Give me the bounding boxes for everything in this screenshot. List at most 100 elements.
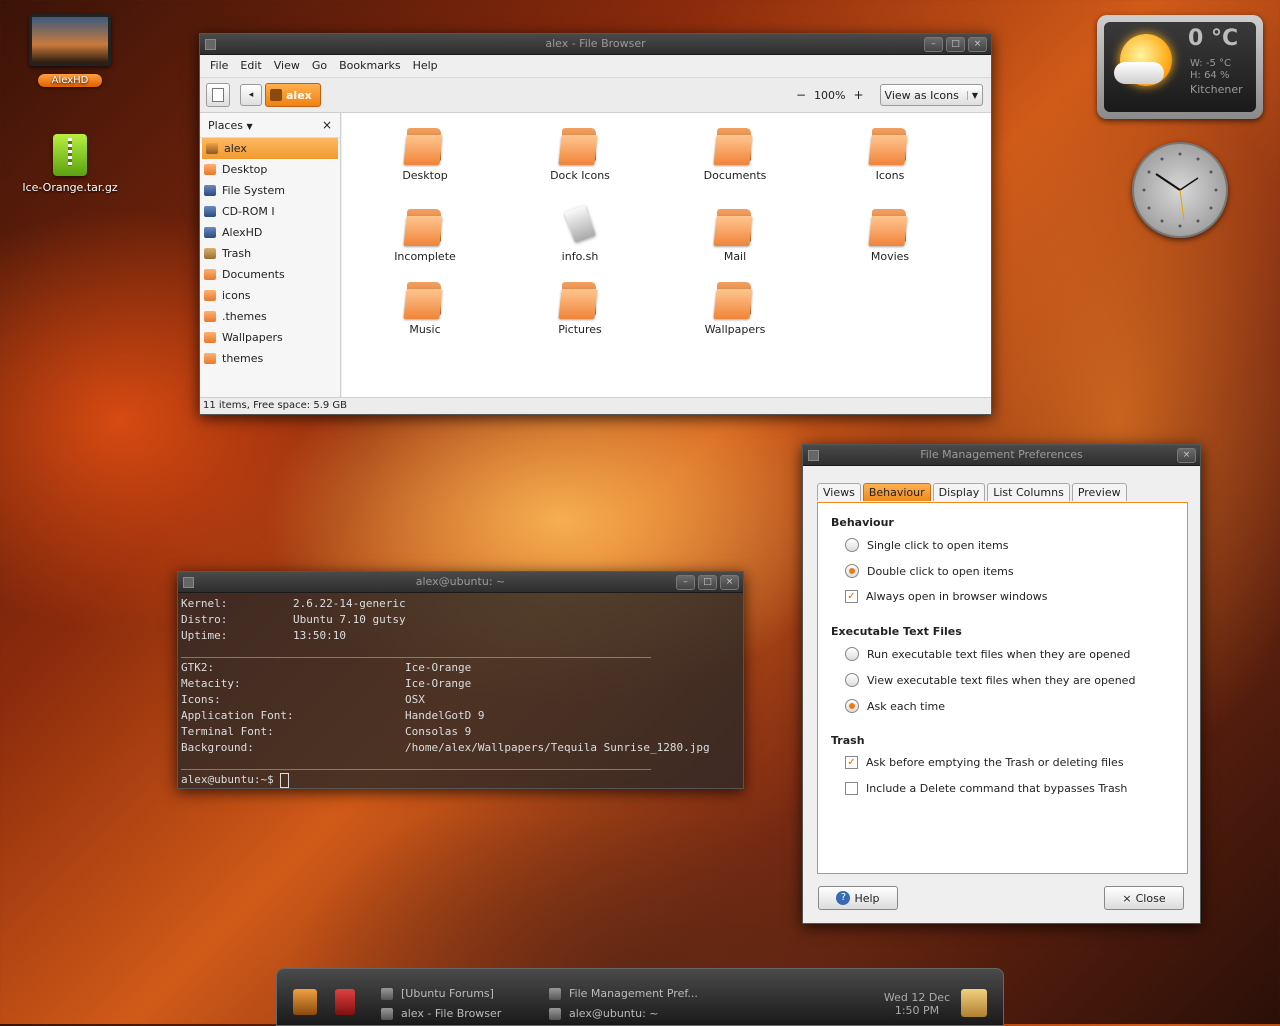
zoom-in-button[interactable]: + xyxy=(853,88,863,102)
terminal-line: Metacity: Ice-Orange xyxy=(181,676,740,692)
sidebar-item-file-system[interactable]: File System xyxy=(200,180,340,201)
tab-list-columns[interactable]: List Columns xyxy=(987,483,1070,501)
task-file-browser[interactable]: alex - File Browser xyxy=(381,1007,501,1020)
file-item-movies[interactable]: Movies xyxy=(835,206,945,263)
chevron-down-icon: ▼ xyxy=(246,121,253,131)
option-run-exec[interactable]: Run executable text files when they are … xyxy=(845,647,1130,661)
back-button[interactable]: ◂ xyxy=(240,84,262,106)
icon-view[interactable]: Desktop Dock Icons Documents Icons Incomplet… xyxy=(342,113,991,398)
view-mode-select[interactable]: View as Icons ▼ xyxy=(879,84,983,106)
terminal-output[interactable]: Kernel: 2.6.22-14-generic Distro: Ubuntu 7.… xyxy=(178,593,743,791)
window-titlebar[interactable]: File Management Preferences × xyxy=(803,445,1200,466)
sidebar-item-icons[interactable]: icons xyxy=(200,285,340,306)
option-double-click[interactable]: Double click to open items xyxy=(845,564,1014,578)
radio-button[interactable] xyxy=(845,647,859,661)
menu-file[interactable]: File xyxy=(204,55,234,77)
file-item-music[interactable]: Music xyxy=(370,279,480,336)
folder-icon xyxy=(204,311,216,322)
task-file-management-prefs[interactable]: File Management Pref... xyxy=(549,987,698,1000)
sidebar-item-alexhd[interactable]: AlexHD xyxy=(200,222,340,243)
option-ask-before-emptying[interactable]: ✓ Ask before emptying the Trash or deleti… xyxy=(845,756,1124,769)
file-item-dock-icons[interactable]: Dock Icons xyxy=(525,125,635,182)
location-toggle-button[interactable] xyxy=(206,83,230,107)
help-button[interactable]: ? Help xyxy=(818,886,898,910)
minimize-button[interactable]: – xyxy=(676,575,695,590)
checkbox-checked[interactable]: ✓ xyxy=(845,590,858,603)
task-terminal[interactable]: alex@ubuntu: ~ xyxy=(549,1007,658,1020)
file-browser-window[interactable]: alex - File Browser – □ × File Edit View… xyxy=(199,33,992,415)
desktop-icon-drive[interactable]: AlexHD xyxy=(28,14,112,87)
terminal-prompt-line[interactable]: alex@ubuntu:~$ xyxy=(181,772,740,788)
file-item-wallpapers[interactable]: Wallpapers xyxy=(680,279,790,336)
menu-go[interactable]: Go xyxy=(306,55,333,77)
option-ask-each-time[interactable]: Ask each time xyxy=(845,699,945,713)
radio-button-selected[interactable] xyxy=(845,564,859,578)
script-icon xyxy=(561,205,599,246)
file-item-label: Icons xyxy=(875,169,905,182)
tab-preview[interactable]: Preview xyxy=(1071,483,1127,501)
sidebar-item-alex[interactable]: alex xyxy=(202,138,338,159)
minimize-button[interactable]: – xyxy=(924,37,943,52)
close-sidebar-icon[interactable]: × xyxy=(322,118,332,132)
option-delete-command[interactable]: Include a Delete command that bypasses T… xyxy=(845,782,1127,795)
chair-launcher-icon[interactable] xyxy=(335,989,355,1015)
option-view-exec[interactable]: View executable text files when they are… xyxy=(845,673,1135,687)
sidebar-item-trash[interactable]: Trash xyxy=(200,243,340,264)
breadcrumb-home[interactable]: alex xyxy=(265,83,321,107)
window-menu-icon[interactable] xyxy=(205,39,216,50)
folder-icon xyxy=(403,206,445,246)
file-item-mail[interactable]: Mail xyxy=(680,206,790,263)
menu-bookmarks[interactable]: Bookmarks xyxy=(333,55,406,77)
maximize-button[interactable]: □ xyxy=(698,575,717,590)
checkbox-unchecked[interactable] xyxy=(845,782,858,795)
taskbar-clock[interactable]: Wed 12 Dec 1:50 PM xyxy=(877,991,957,1017)
file-item-incomplete[interactable]: Incomplete xyxy=(370,206,480,263)
section-title-behaviour: Behaviour xyxy=(831,516,894,529)
radio-button[interactable] xyxy=(845,538,859,552)
preferences-dialog[interactable]: File Management Preferences × Views Beha… xyxy=(802,444,1201,924)
option-browser-windows[interactable]: ✓ Always open in browser windows xyxy=(845,590,1048,603)
close-button[interactable]: × xyxy=(968,37,987,52)
radio-button[interactable] xyxy=(845,673,859,687)
file-item-pictures[interactable]: Pictures xyxy=(525,279,635,336)
clock-widget[interactable] xyxy=(1132,142,1228,238)
window-titlebar[interactable]: alex@ubuntu: ~ – □ × xyxy=(178,572,743,593)
sidebar-item-themes[interactable]: .themes xyxy=(200,306,340,327)
window-menu-icon[interactable] xyxy=(808,450,819,461)
weather-widget[interactable]: 0 °C W: -5 °C H: 64 % Kitchener xyxy=(1097,15,1263,119)
home-launcher-icon[interactable] xyxy=(293,989,317,1015)
tab-views[interactable]: Views xyxy=(817,483,861,501)
file-item-info-sh[interactable]: info.sh xyxy=(525,205,635,263)
file-item-icons[interactable]: Icons xyxy=(835,125,945,182)
file-item-documents[interactable]: Documents xyxy=(680,125,790,182)
terminal-window[interactable]: alex@ubuntu: ~ – □ × Kernel: 2.6.22-14-ge… xyxy=(177,571,744,789)
file-browser-icon xyxy=(381,1007,393,1020)
sidebar-item-desktop[interactable]: Desktop xyxy=(200,159,340,180)
sidebar-item-cd-rom-i[interactable]: CD-ROM I xyxy=(200,201,340,222)
desktop-icon-archive[interactable]: Ice-Orange.tar.gz xyxy=(14,134,126,194)
places-sidebar: Places ▼ × alex Desktop File System CD-ROM … xyxy=(200,113,341,398)
sidebar-item-wallpapers[interactable]: Wallpapers xyxy=(200,327,340,348)
menu-edit[interactable]: Edit xyxy=(234,55,267,77)
close-dialog-button[interactable]: × Close xyxy=(1104,886,1184,910)
menu-help[interactable]: Help xyxy=(407,55,444,77)
maximize-button[interactable]: □ xyxy=(946,37,965,52)
menu-view[interactable]: View xyxy=(268,55,306,77)
tab-behaviour[interactable]: Behaviour xyxy=(862,483,931,501)
window-title: File Management Preferences xyxy=(920,448,1083,461)
option-single-click[interactable]: Single click to open items xyxy=(845,538,1008,552)
close-button[interactable]: × xyxy=(720,575,739,590)
file-item-desktop[interactable]: Desktop xyxy=(370,125,480,182)
window-titlebar[interactable]: alex - File Browser – □ × xyxy=(200,34,991,55)
sidebar-item-documents[interactable]: Documents xyxy=(200,264,340,285)
places-selector[interactable]: Places ▼ xyxy=(208,119,253,132)
zoom-out-button[interactable]: − xyxy=(796,88,806,102)
trash-applet-icon[interactable] xyxy=(961,989,987,1017)
checkbox-checked[interactable]: ✓ xyxy=(845,756,858,769)
task-ubuntu-forums[interactable]: [Ubuntu Forums] xyxy=(381,987,494,1000)
radio-button-selected[interactable] xyxy=(845,699,859,713)
sidebar-item-themes[interactable]: themes xyxy=(200,348,340,369)
window-menu-icon[interactable] xyxy=(183,577,194,588)
tab-display[interactable]: Display xyxy=(932,483,986,501)
close-button[interactable]: × xyxy=(1177,448,1196,463)
